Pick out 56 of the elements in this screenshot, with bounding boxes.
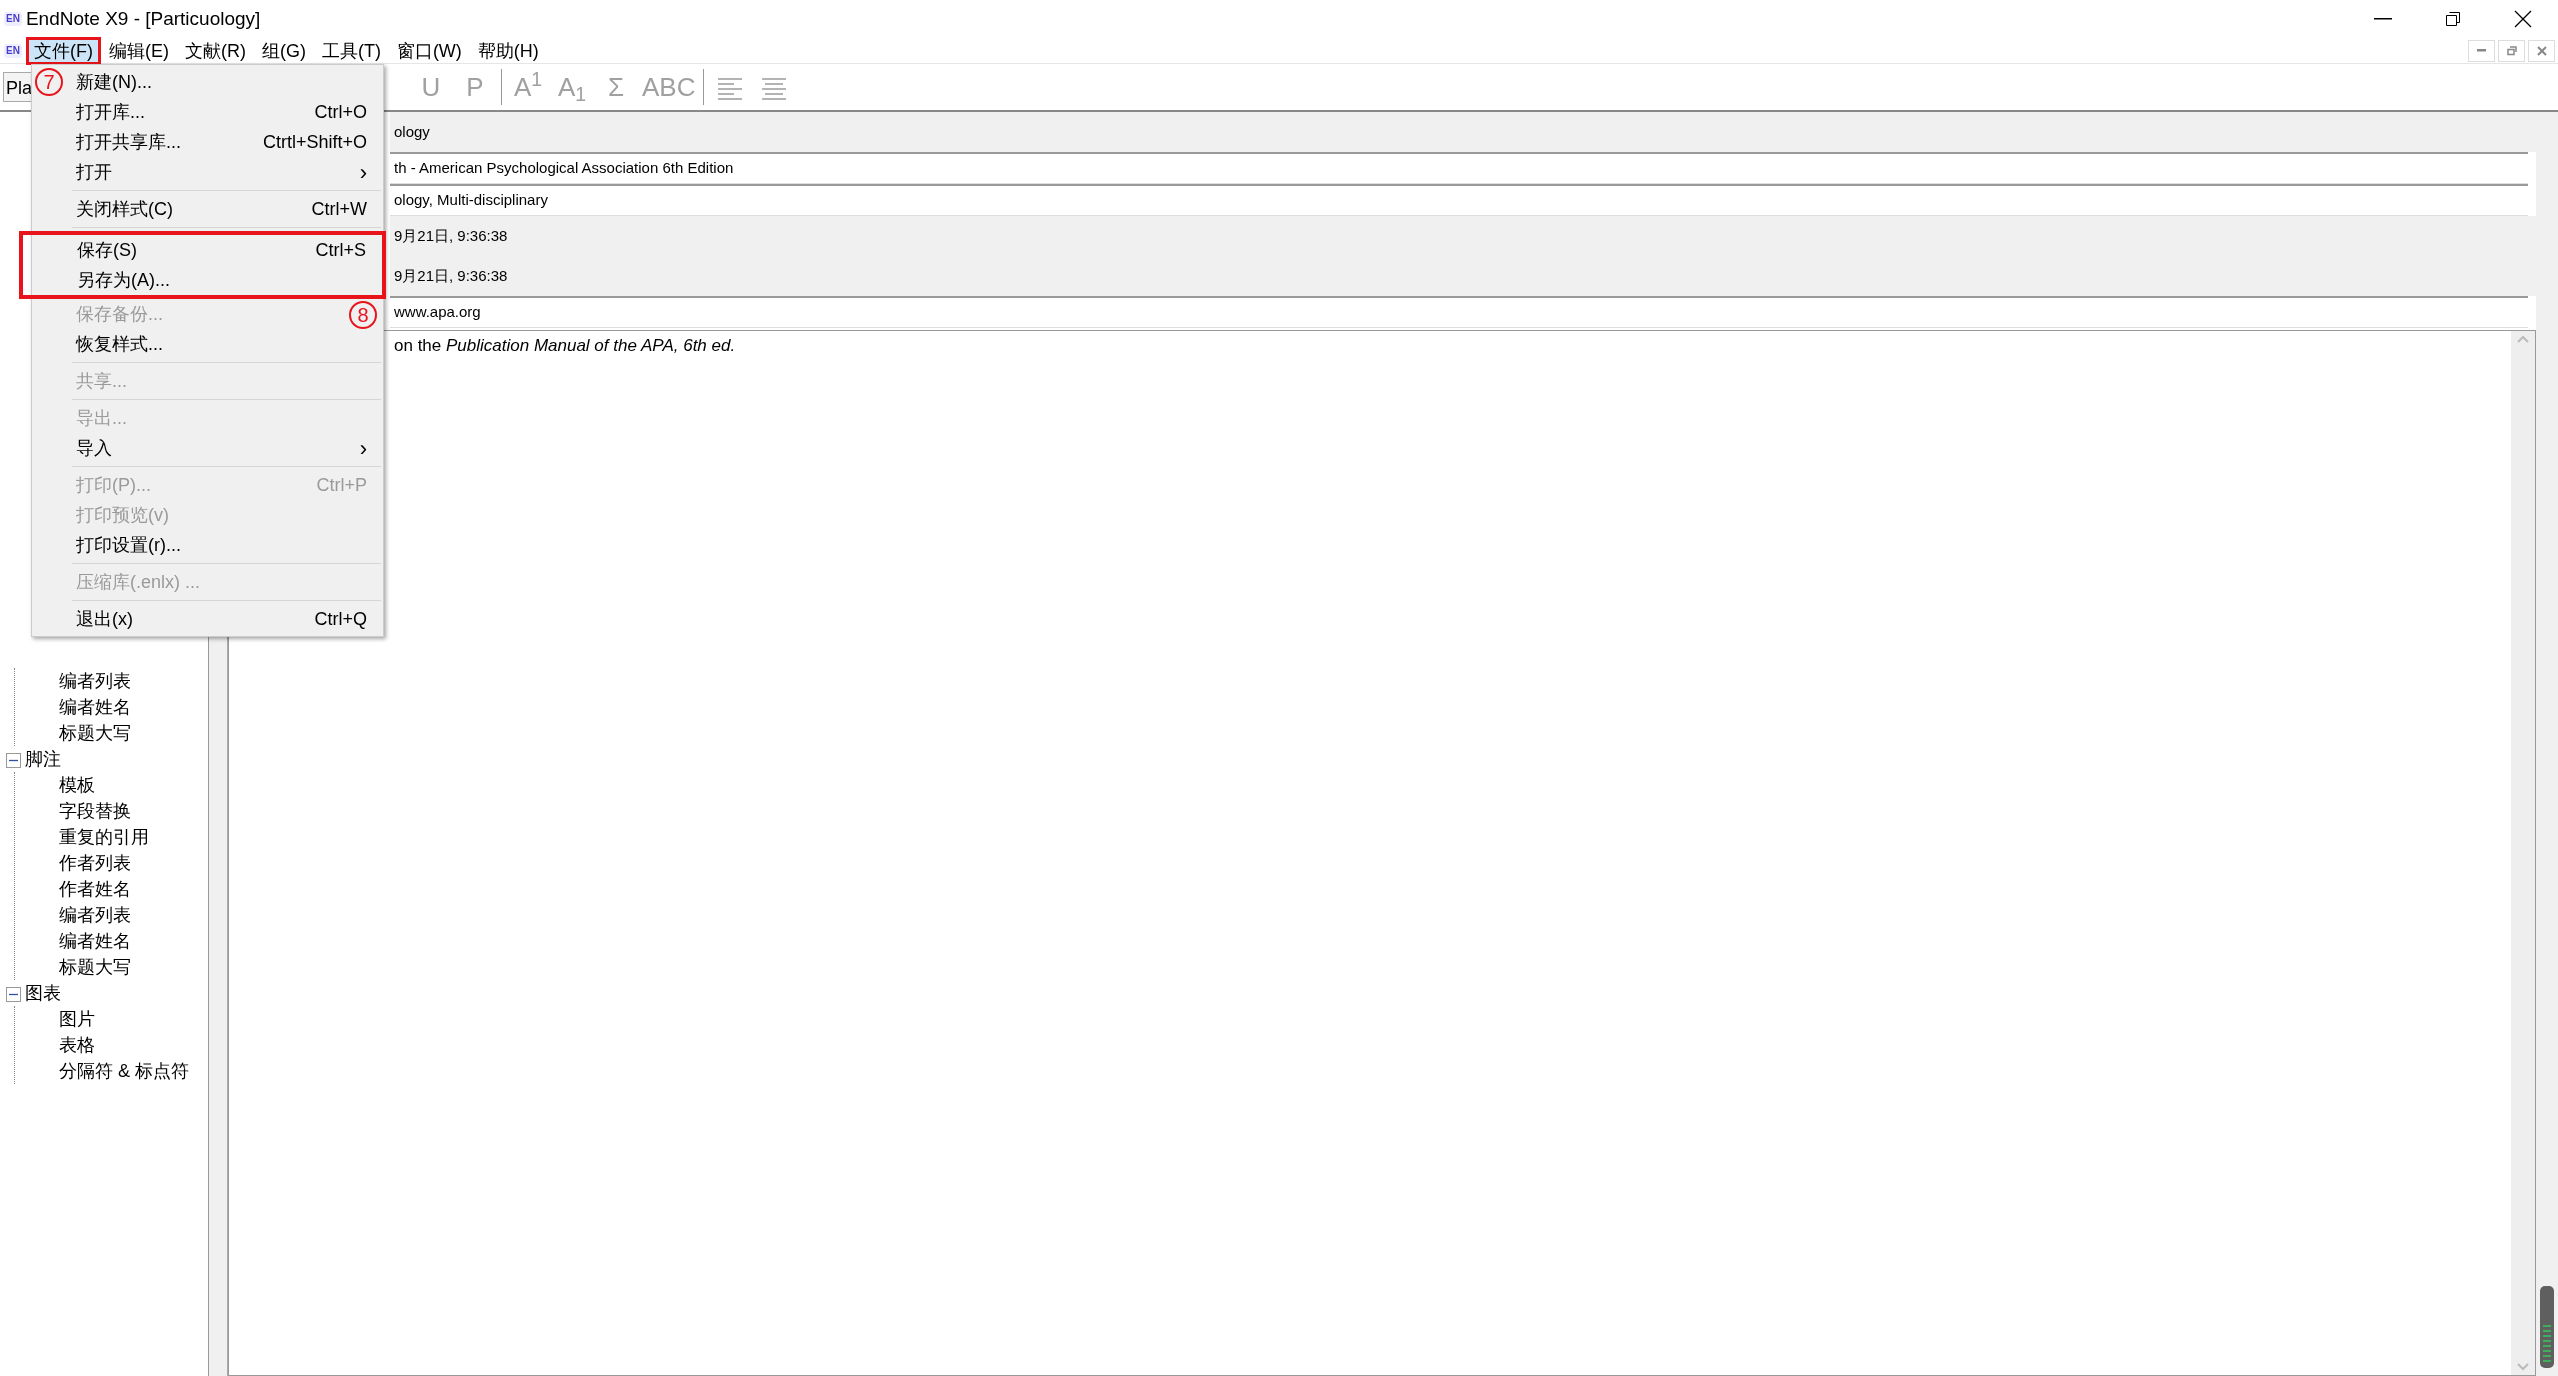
- menu-item[interactable]: 退出(x) Ctrl+Q: [32, 604, 383, 634]
- menu-item[interactable]: 导入 ›: [32, 433, 383, 463]
- menu-item[interactable]: 文件(F): [25, 36, 101, 65]
- menu-item[interactable]: 打开 ›: [32, 157, 383, 187]
- menu-item[interactable]: 保存(S) Ctrl+S: [33, 235, 382, 265]
- text-field[interactable]: ology, Multi-disciplinary: [390, 184, 2528, 216]
- scroll-down-icon[interactable]: [2517, 1363, 2529, 1371]
- vertical-scrollbar[interactable]: [2511, 331, 2535, 1375]
- submenu-arrow: ›: [359, 158, 367, 187]
- scrollbar-thumb[interactable]: [2540, 1286, 2554, 1368]
- tree-item[interactable]: 编者列表: [59, 905, 131, 925]
- menu-item[interactable]: 另存为(A)...: [33, 265, 382, 295]
- app-logo: EN: [4, 12, 22, 26]
- text-field[interactable]: www.apa.org: [390, 296, 2528, 328]
- info-value: ology: [390, 112, 2536, 152]
- menu-item[interactable]: 编辑(E): [100, 36, 177, 65]
- app-logo: EN: [4, 43, 22, 58]
- menu-item[interactable]: 窗口(W): [388, 36, 470, 65]
- info-value: 9月21日, 9:36:38: [390, 216, 2536, 256]
- tree-item[interactable]: 重复的引用: [59, 827, 149, 847]
- tree-item[interactable]: 编者姓名: [59, 697, 131, 717]
- notes-text: on the Publication Manual of the APA, 6th ed.: [394, 336, 736, 355]
- minimize-icon[interactable]: [2468, 39, 2495, 62]
- tree-item[interactable]: 表格: [59, 1035, 95, 1055]
- menu-item[interactable]: 恢复样式...: [32, 329, 383, 359]
- minimize-icon[interactable]: [2374, 18, 2392, 20]
- menu-item[interactable]: 文献(R): [176, 36, 254, 65]
- menu-item[interactable]: 工具(T): [313, 36, 389, 65]
- scroll-up-icon[interactable]: [2517, 335, 2529, 343]
- tree-item[interactable]: 字段替换: [59, 801, 131, 821]
- tree-item[interactable]: 标题大写: [59, 957, 131, 977]
- menu-item[interactable]: 组(G): [253, 36, 314, 65]
- tree-item[interactable]: 模板: [59, 775, 95, 795]
- menu-item[interactable]: 打开共享库... Ctrtl+Shift+O: [32, 127, 383, 157]
- tree-item[interactable]: 编者姓名: [59, 931, 131, 951]
- close-icon[interactable]: [2514, 10, 2532, 28]
- tree-item[interactable]: 图片: [59, 1009, 95, 1029]
- step-number: 7: [35, 68, 63, 96]
- menu-item[interactable]: 关闭样式(C) Ctrl+W: [32, 194, 383, 224]
- collapse-icon[interactable]: [6, 752, 21, 768]
- step-number: 8: [349, 301, 377, 329]
- tree-item[interactable]: 作者姓名: [59, 879, 131, 899]
- collapse-icon[interactable]: [6, 986, 21, 1002]
- tree-item[interactable]: 脚注: [25, 749, 61, 769]
- window-title: EndNote X9 - [Particuology]: [25, 6, 261, 31]
- menu-item[interactable]: 帮助(H): [469, 36, 547, 65]
- submenu-arrow: ›: [359, 434, 367, 463]
- tree-item[interactable]: 图表: [25, 983, 61, 1003]
- restore-icon[interactable]: [2445, 11, 2461, 27]
- tree-item[interactable]: 标题大写: [59, 723, 131, 743]
- tree-item[interactable]: 作者列表: [59, 853, 131, 873]
- tree-item[interactable]: 分隔符 & 标点符: [59, 1061, 189, 1081]
- tree-item[interactable]: 编者列表: [59, 671, 131, 691]
- text-field[interactable]: th - American Psychological Association 6th Edition: [390, 152, 2528, 184]
- menu-item[interactable]: 打印设置(r)...: [32, 530, 383, 560]
- info-value: 9月21日, 9:36:38: [390, 256, 2536, 296]
